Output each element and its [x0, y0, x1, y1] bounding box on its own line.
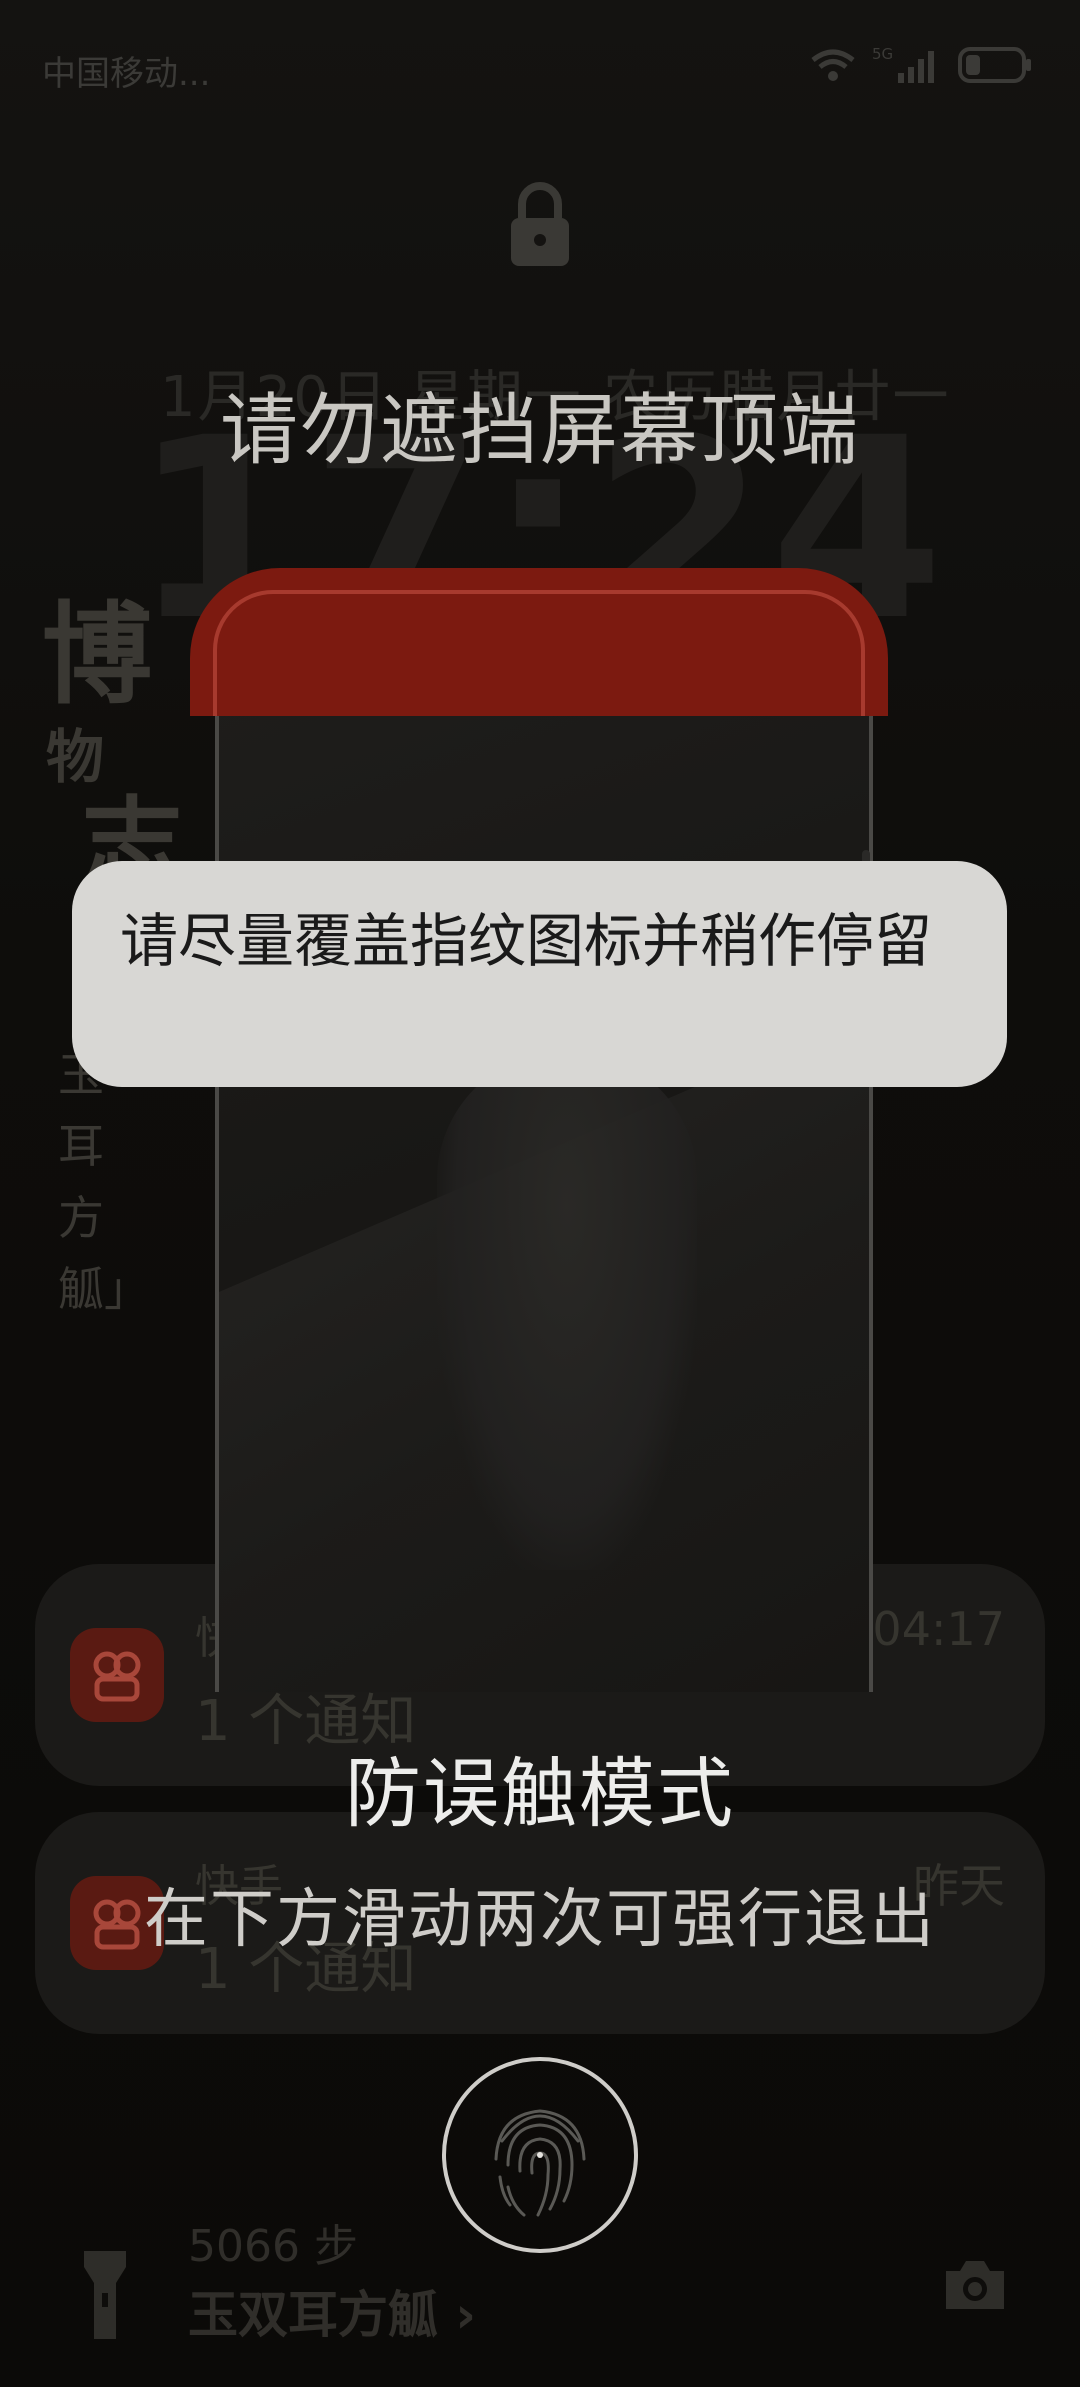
camera-icon[interactable] [940, 2255, 1010, 2315]
signal-5g-icon: 5G [872, 45, 934, 83]
network-label: 5G [872, 45, 893, 63]
blocked-top-area-outline [213, 590, 865, 716]
screen: 中国移动... 5G 1月20日 星期一 农历腊月廿一 17:24 博 物 志 … [0, 0, 1080, 2387]
tip-bubble: 请尽量覆盖指纹图标并稍作停留 [72, 861, 1007, 1087]
calligraphy-art: 博 物 志 [42, 590, 182, 895]
calligraphy-char-2: 物 [46, 723, 105, 791]
fingerprint-icon[interactable] [440, 2055, 640, 2255]
artwork-title-link[interactable]: 玉双耳方觚 › [188, 2275, 476, 2347]
notification-time: 04:17 [872, 1602, 1005, 1656]
carrier-label: 中国移动... [42, 54, 211, 94]
warning-title: 请勿遮挡屏幕顶端 [219, 386, 860, 476]
step-count: 5066 步 [188, 2221, 358, 2272]
kuaishou-app-icon [70, 1628, 164, 1722]
flashlight-icon[interactable] [80, 2245, 130, 2345]
status-bar: 中国移动... 5G [0, 0, 1080, 130]
mode-title: 防误触模式 [345, 1749, 735, 1838]
status-icons: 5G [810, 44, 1034, 86]
battery-icon [958, 47, 1031, 83]
hand-silhouette [437, 1050, 697, 1570]
wifi-icon [811, 49, 855, 81]
exit-hint: 在下方滑动两次可强行退出 [144, 1883, 936, 1957]
lock-icon [511, 182, 569, 266]
kuaishou-logo-icon [93, 1651, 141, 1702]
calligraphy-char-1: 博 [42, 590, 152, 719]
